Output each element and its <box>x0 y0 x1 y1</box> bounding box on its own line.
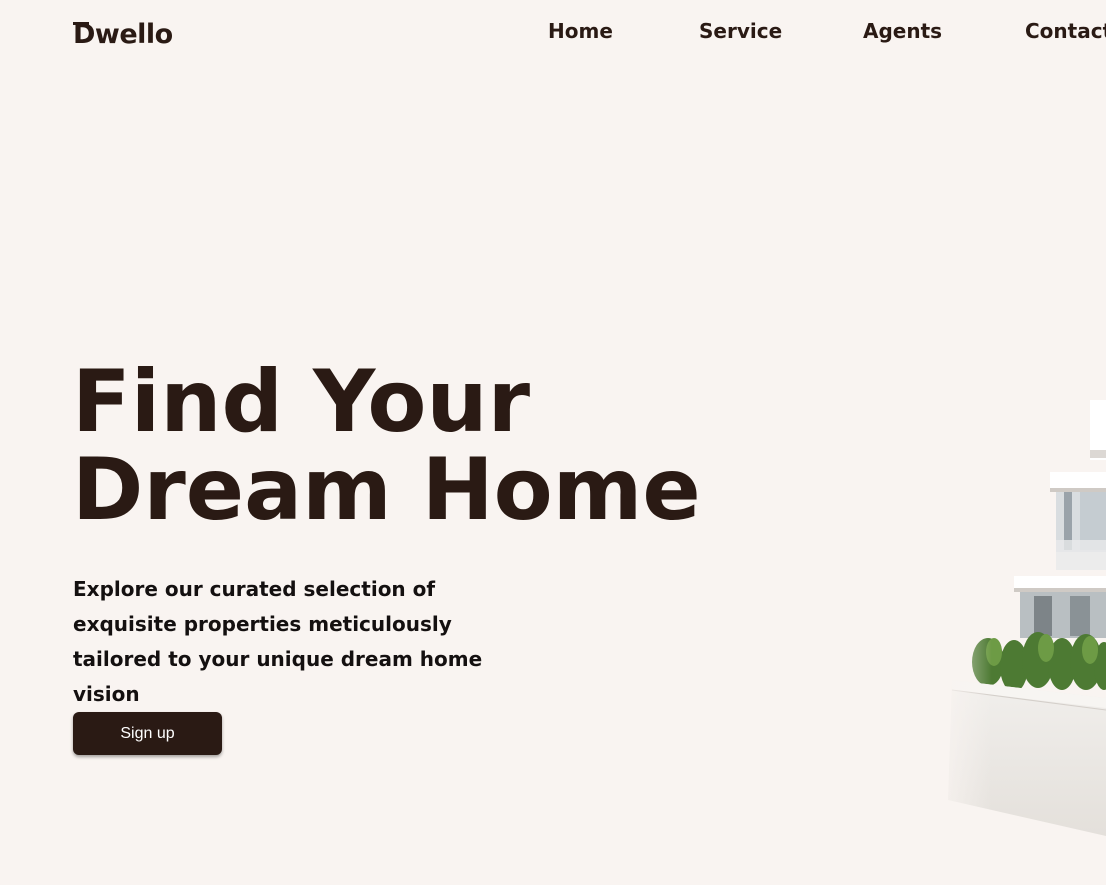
landing-page: Dwello Home Service Agents Contact Find … <box>0 0 1106 885</box>
nav-home[interactable]: Home <box>548 19 613 43</box>
hero-subtitle: Explore our curated selection of exquisi… <box>73 577 483 706</box>
nav-contact[interactable]: Contact <box>1025 19 1106 43</box>
hero-title: Find Your Dream Home <box>72 358 701 534</box>
nav-service[interactable]: Service <box>699 19 782 43</box>
nav-agents[interactable]: Agents <box>863 19 942 43</box>
house-image <box>930 380 1106 850</box>
hero-title-line-1: Find Your <box>72 352 531 452</box>
hero-title-line-2: Dream Home <box>72 440 701 540</box>
main-nav: Home Service Agents Contact <box>0 19 1106 49</box>
signup-button[interactable]: Sign up <box>73 712 222 755</box>
